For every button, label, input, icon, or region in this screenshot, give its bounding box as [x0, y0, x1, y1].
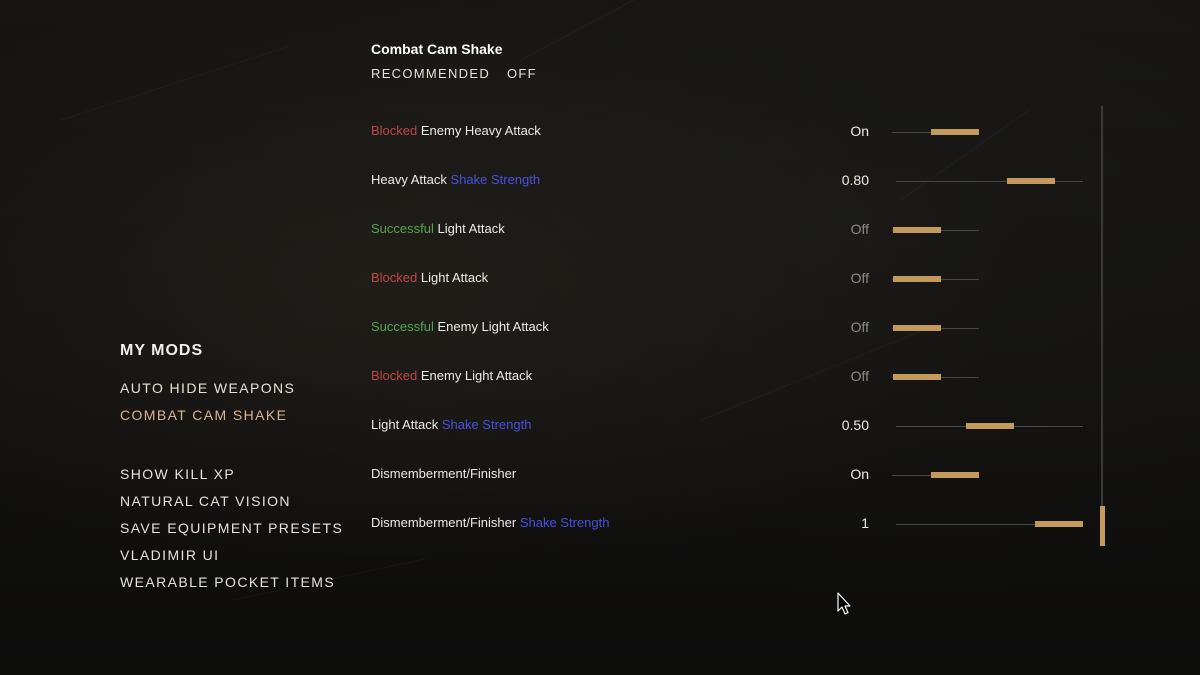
mod-list-group-1: AUTO HIDE WEAPONS COMBAT CAM SHAKE	[120, 378, 360, 432]
panel-title: Combat Cam Shake	[371, 41, 503, 57]
setting-label-segment: Blocked	[371, 368, 418, 383]
setting-label: Successful Enemy Light Attack	[371, 318, 549, 336]
slider-handle[interactable]	[931, 129, 979, 135]
setting-row[interactable]: Successful Enemy Light Attack Off	[371, 314, 1101, 363]
mod-list-group-2: SHOW KILL XP NATURAL CAT VISION SAVE EQUIP…	[120, 464, 360, 599]
settings-list: Blocked Enemy Heavy Attack On Heavy Attack…	[371, 118, 1101, 559]
setting-label-segment: Light Attack	[433, 221, 505, 236]
setting-value: 0.50	[841, 417, 869, 433]
setting-label: Blocked Light Attack	[371, 269, 488, 287]
setting-value: On	[850, 123, 869, 139]
sidebar-heading: MY MODS	[120, 342, 204, 359]
slider-handle[interactable]	[1007, 178, 1056, 184]
setting-row[interactable]: Heavy Attack Shake Strength 0.80	[371, 167, 1101, 216]
mod-list-spacer	[120, 432, 360, 464]
setting-value: 0.80	[841, 172, 869, 188]
mouse-pointer-icon	[837, 592, 851, 615]
setting-row[interactable]: Blocked Light Attack Off	[371, 265, 1101, 314]
setting-label-segment: Light Attack	[371, 417, 442, 432]
setting-label: Heavy Attack Shake Strength	[371, 171, 540, 189]
setting-value: 1	[861, 515, 869, 531]
setting-label-segment: Shake Strength	[450, 172, 541, 187]
setting-value: Off	[850, 221, 869, 237]
setting-label: Blocked Enemy Light Attack	[371, 367, 532, 385]
slider-handle[interactable]	[893, 325, 941, 331]
mod-item[interactable]: COMBAT CAM SHAKE	[120, 405, 360, 432]
setting-value: On	[850, 466, 869, 482]
setting-row[interactable]: Successful Light Attack Off	[371, 216, 1101, 265]
recommended-label: RECOMMENDED	[371, 66, 491, 81]
setting-row[interactable]: Blocked Enemy Heavy Attack On	[371, 118, 1101, 167]
setting-label-segment: Enemy Heavy Attack	[417, 123, 541, 138]
setting-label-segment: Shake Strength	[441, 417, 532, 432]
mod-item[interactable]: AUTO HIDE WEAPONS	[120, 378, 360, 405]
mod-item[interactable]: WEARABLE POCKET ITEMS	[120, 572, 360, 599]
mods-sidebar: MY MODS AUTO HIDE WEAPONS COMBAT CAM SHAK…	[120, 340, 360, 599]
recommended-value: OFF	[506, 66, 537, 81]
mod-item[interactable]: SAVE EQUIPMENT PRESETS	[120, 518, 360, 545]
slider-handle[interactable]	[893, 276, 941, 282]
setting-row[interactable]: Blocked Enemy Light Attack Off	[371, 363, 1101, 412]
slider-handle[interactable]	[893, 227, 941, 233]
setting-label-segment: Successful	[371, 319, 434, 334]
mod-item[interactable]: SHOW KILL XP	[120, 464, 360, 491]
setting-label-segment: Successful	[371, 221, 434, 236]
slider-handle[interactable]	[1035, 521, 1083, 527]
setting-label-segment: Dismemberment/Finisher	[371, 515, 520, 530]
setting-row[interactable]: Dismemberment/Finisher Shake Strength 1	[371, 510, 1101, 559]
setting-label: Light Attack Shake Strength	[371, 416, 531, 434]
setting-label-segment: Shake Strength	[519, 515, 610, 530]
mod-item[interactable]: VLADIMIR UI	[120, 545, 360, 572]
setting-row[interactable]: Light Attack Shake Strength 0.50	[371, 412, 1101, 461]
recommended-setting: RECOMMENDED OFF	[371, 65, 537, 83]
mod-item[interactable]: NATURAL CAT VISION	[120, 491, 360, 518]
setting-label: Dismemberment/Finisher	[371, 465, 516, 483]
setting-label-segment: Light Attack	[417, 270, 489, 285]
setting-label-segment: Enemy Light Attack	[417, 368, 533, 383]
setting-label: Dismemberment/Finisher Shake Strength	[371, 514, 609, 532]
setting-label-segment: Dismemberment/Finisher	[371, 466, 517, 481]
setting-row[interactable]: Dismemberment/Finisher On	[371, 461, 1101, 510]
scrollbar-thumb[interactable]	[1100, 506, 1105, 546]
setting-label-segment: Heavy Attack	[371, 172, 451, 187]
slider-handle[interactable]	[965, 423, 1014, 429]
setting-value: Off	[850, 368, 869, 384]
scrollbar-track[interactable]	[1100, 106, 1105, 546]
setting-value: Off	[850, 319, 869, 335]
slider-handle[interactable]	[931, 472, 979, 478]
setting-label-segment: Blocked	[371, 270, 418, 285]
setting-label: Blocked Enemy Heavy Attack	[371, 122, 541, 140]
setting-label-segment: Blocked	[371, 123, 418, 138]
setting-label: Successful Light Attack	[371, 220, 505, 238]
slider-handle[interactable]	[893, 374, 941, 380]
setting-value: Off	[850, 270, 869, 286]
setting-label-segment: Enemy Light Attack	[433, 319, 549, 334]
